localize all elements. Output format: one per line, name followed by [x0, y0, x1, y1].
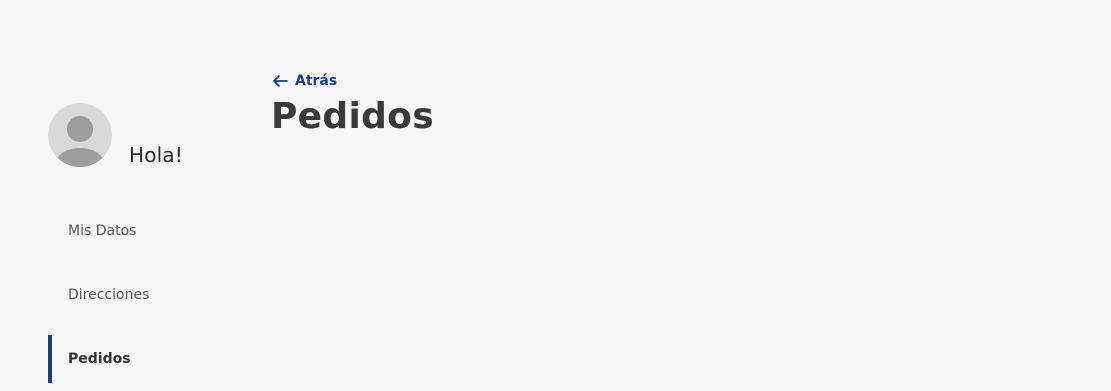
back-link-label: Atrás	[295, 73, 338, 89]
arrow-left-icon	[273, 75, 288, 87]
sidebar-item-pedidos[interactable]: Pedidos	[48, 335, 228, 383]
avatar	[48, 103, 112, 167]
sidebar-item-mis-datos[interactable]: Mis Datos	[48, 207, 228, 255]
active-indicator	[48, 335, 52, 383]
sidebar-item-direcciones[interactable]: Direcciones	[48, 271, 228, 319]
back-link[interactable]: Atrás	[271, 72, 337, 90]
user-placeholder-icon	[56, 116, 104, 167]
sidebar-item-label: Direcciones	[68, 287, 150, 303]
page-title: Pedidos	[271, 96, 434, 137]
greeting-text: Hola!	[129, 143, 184, 167]
sidebar-item-label: Pedidos	[68, 351, 131, 367]
account-page: Hola! Mis Datos Direcciones Pedidos Atrá…	[0, 0, 1111, 391]
sidebar-item-label: Mis Datos	[68, 223, 137, 239]
